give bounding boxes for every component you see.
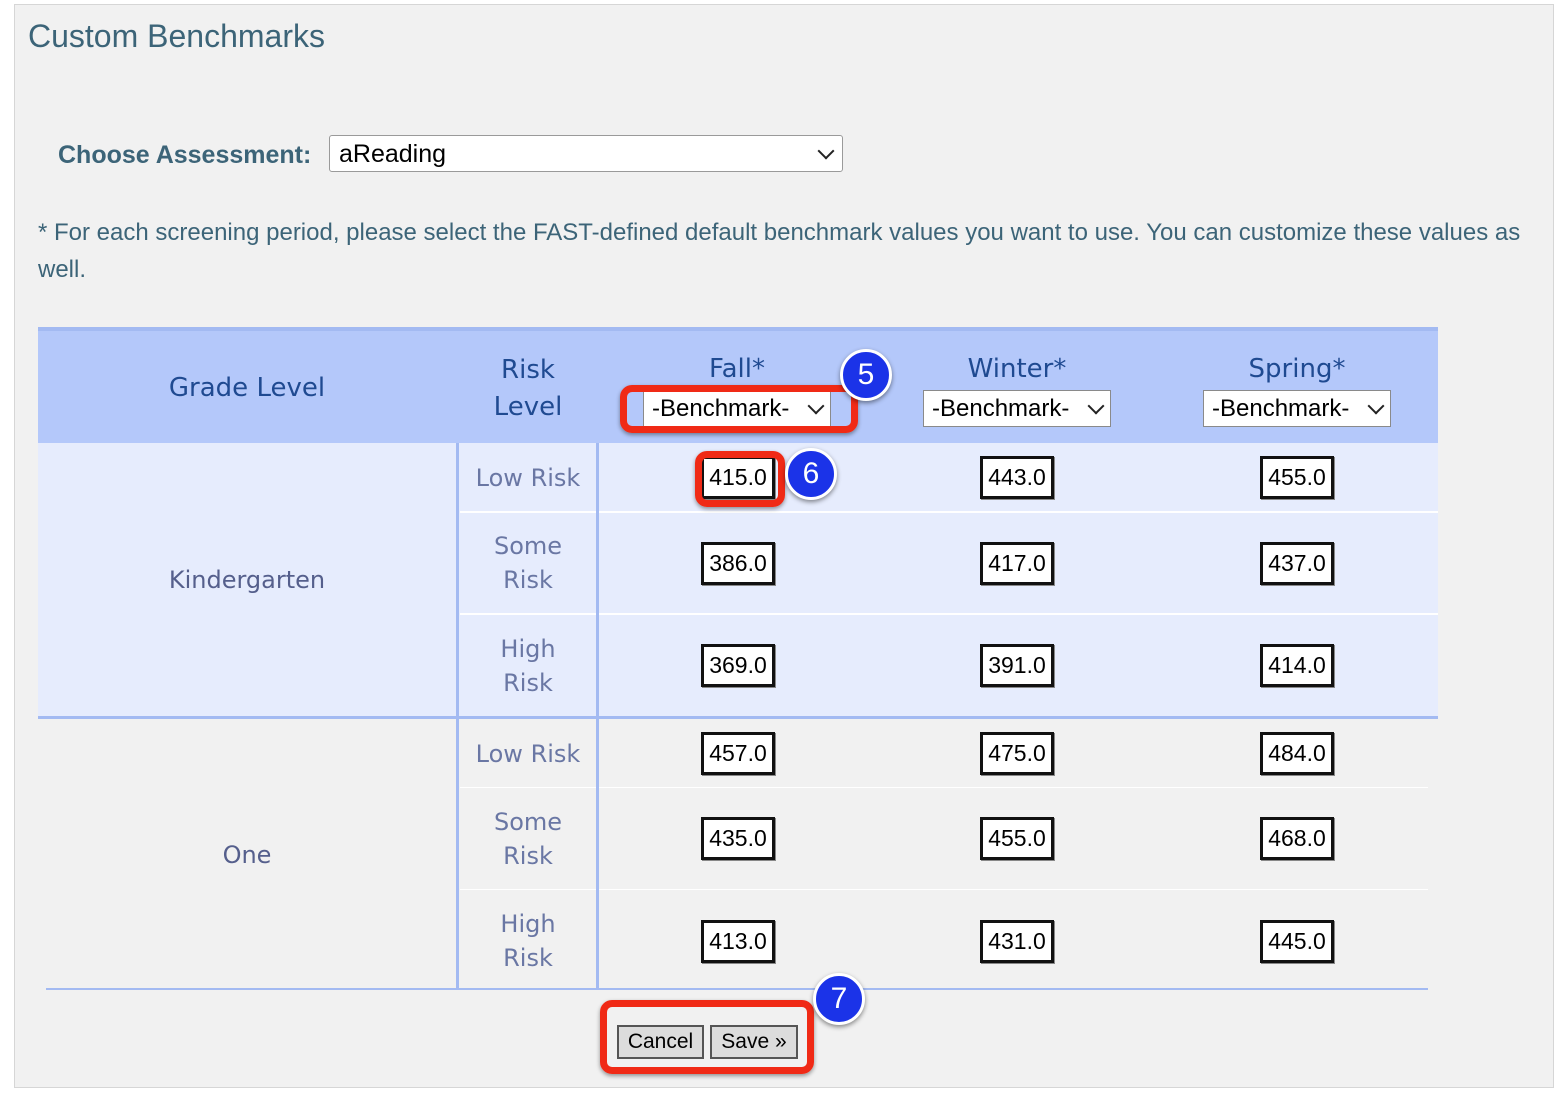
- instructions-note: * For each screening period, please sele…: [38, 219, 1521, 283]
- spring-benchmark-select[interactable]: -Benchmark-: [1203, 390, 1391, 427]
- header-winter: Winter*: [967, 354, 1067, 384]
- kindergarten-some-risk-spring-input[interactable]: 437.0: [1260, 542, 1334, 585]
- kindergarten-low-risk-spring-input[interactable]: 455.0: [1260, 456, 1334, 499]
- callout-badge-5: 5: [840, 349, 892, 401]
- header-spring: Spring*: [1248, 354, 1346, 384]
- callout-badge-7: 7: [813, 973, 865, 1025]
- one-high-risk-fall-input[interactable]: 413.0: [701, 920, 775, 963]
- risk-label: Low Risk: [475, 740, 581, 768]
- page-title: Custom Benchmarks: [28, 18, 325, 54]
- kindergarten-some-risk-fall-input[interactable]: 386.0: [701, 542, 775, 585]
- one-low-risk-fall-input[interactable]: 457.0: [701, 732, 775, 775]
- chevron-down-icon: [1087, 397, 1105, 415]
- one-high-risk-winter-input[interactable]: 431.0: [980, 920, 1054, 963]
- winter-benchmark-select[interactable]: -Benchmark-: [923, 390, 1111, 427]
- header-grade-level: Grade Level: [168, 373, 326, 403]
- table-bottom-border: [46, 988, 1428, 990]
- header-risk-level-line1: Risk: [501, 355, 555, 385]
- one-some-risk-spring-input[interactable]: 468.0: [1260, 817, 1334, 860]
- header-risk-level-line2: Level: [493, 392, 563, 422]
- row-divider: [460, 787, 1428, 788]
- kindergarten-high-risk-winter-input[interactable]: 391.0: [980, 644, 1054, 687]
- row-divider: [460, 613, 1438, 615]
- one-some-risk-fall-input[interactable]: 435.0: [701, 817, 775, 860]
- row-divider: [460, 889, 1428, 890]
- grade-label-one: One: [222, 841, 272, 869]
- grade-label-kindergarten: Kindergarten: [168, 566, 326, 594]
- risk-label: Some Risk: [493, 532, 563, 594]
- assessment-select[interactable]: aReading: [329, 135, 843, 172]
- one-high-risk-spring-input[interactable]: 445.0: [1260, 920, 1334, 963]
- chevron-down-icon: [817, 142, 835, 160]
- assessment-selected-value: aReading: [339, 140, 447, 168]
- chevron-down-icon: [1367, 397, 1385, 415]
- kindergarten-some-risk-winter-input[interactable]: 417.0: [980, 542, 1054, 585]
- annotation-highlight-benchmark: [620, 385, 858, 433]
- header-fall: Fall*: [709, 354, 765, 384]
- risk-label: High Risk: [500, 635, 556, 697]
- callout-badge-6: 6: [785, 448, 837, 500]
- kindergarten-low-risk-winter-input[interactable]: 443.0: [980, 456, 1054, 499]
- row-divider: [460, 511, 1438, 513]
- column-divider: [596, 443, 599, 988]
- grade-divider: [38, 716, 1438, 719]
- one-some-risk-winter-input[interactable]: 455.0: [980, 817, 1054, 860]
- column-divider: [456, 443, 459, 988]
- one-low-risk-winter-input[interactable]: 475.0: [980, 732, 1054, 775]
- one-low-risk-spring-input[interactable]: 484.0: [1260, 732, 1334, 775]
- kindergarten-high-risk-fall-input[interactable]: 369.0: [701, 644, 775, 687]
- annotation-highlight-value: [695, 451, 785, 507]
- winter-benchmark-value: -Benchmark-: [932, 395, 1070, 422]
- risk-label: Some Risk: [493, 808, 563, 870]
- annotation-highlight-buttons: [600, 1000, 814, 1074]
- spring-benchmark-value: -Benchmark-: [1212, 395, 1350, 422]
- choose-assessment-label: Choose Assessment:: [58, 141, 312, 169]
- risk-label: High Risk: [500, 910, 556, 972]
- kindergarten-high-risk-spring-input[interactable]: 414.0: [1260, 644, 1334, 687]
- risk-label: Low Risk: [475, 464, 581, 492]
